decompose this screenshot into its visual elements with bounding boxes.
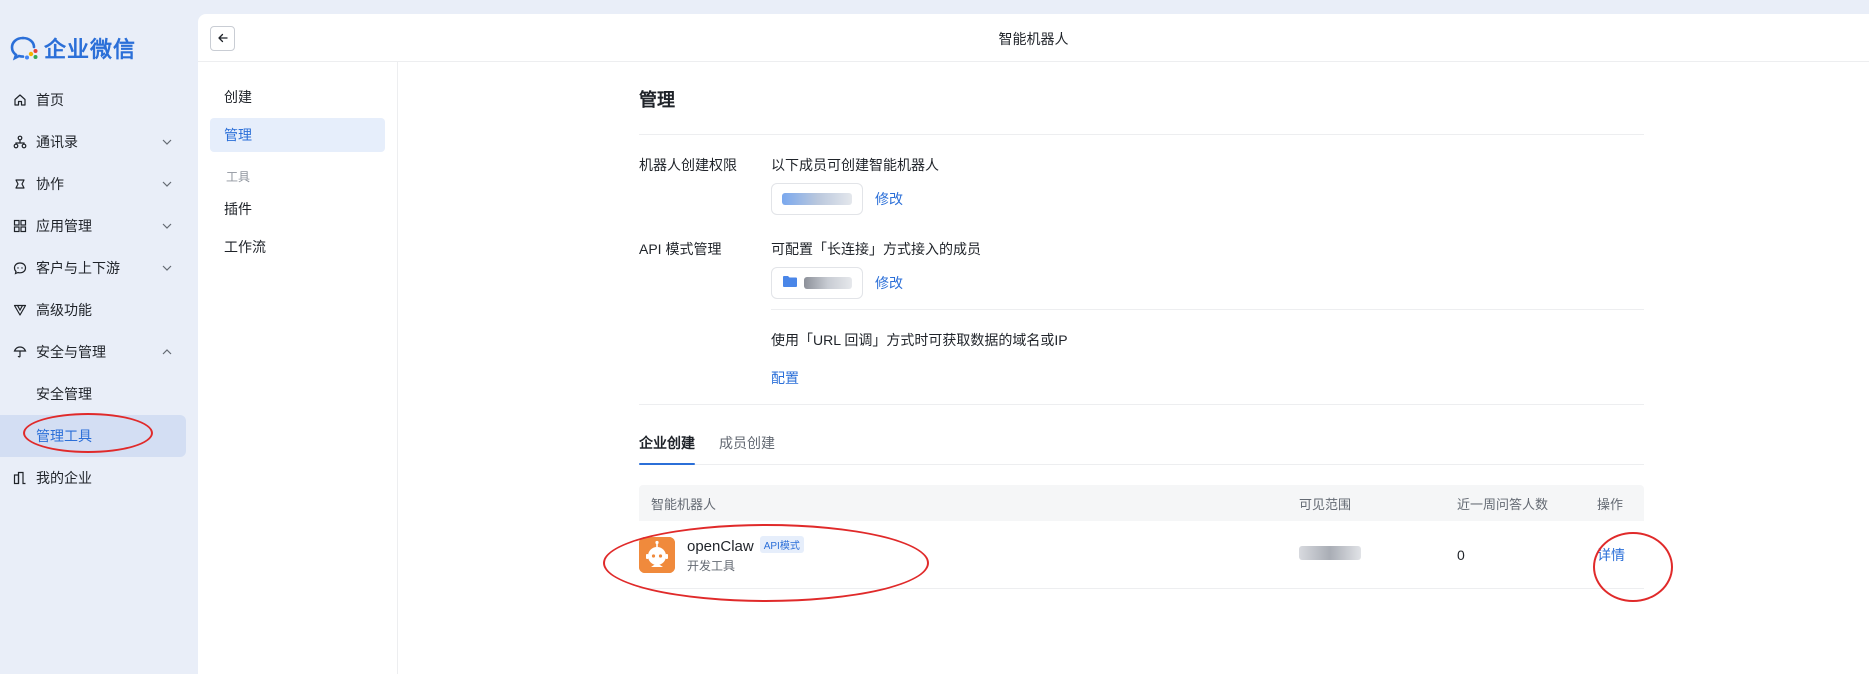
sidebar-item-management-tools[interactable]: 管理工具 [0,415,186,457]
sidebar-item-label: 管理工具 [36,428,92,444]
subnav-item-manage[interactable]: 管理 [210,118,385,152]
content-area: 管理 机器人创建权限 以下成员可创建智能机器人 修改 API 模式管理 可配置「… [639,62,1644,589]
section-heading: 管理 [639,90,675,110]
bot-table: 智能机器人 可见范围 近一周问答人数 操作 openClaw API模式 开发工… [639,485,1644,589]
sidebar-item-label: 高级功能 [36,302,92,318]
details-link[interactable]: 详情 [1597,547,1625,563]
logo[interactable]: 企业微信 [10,34,136,62]
sidebar-item-label: 通讯录 [36,134,78,150]
main-panel: 智能机器人 创建 管理 工具 插件 工作流 管理 机器人创建权限 以下成员可创建… [198,14,1869,674]
tab-member-created[interactable]: 成员创建 [719,429,775,464]
tab-enterprise-created[interactable]: 企业创建 [639,429,695,465]
enterprise-icon [12,470,28,486]
member-chip[interactable] [771,183,863,215]
member-avatar [782,193,852,205]
col-header-visibility: 可见范围 [1299,496,1352,512]
divider [639,134,1644,135]
table-header: 智能机器人 可见范围 近一周问答人数 操作 [639,485,1644,521]
api-edit-link[interactable]: 修改 [875,273,903,293]
perm-row: 机器人创建权限 以下成员可创建智能机器人 修改 [639,155,1644,215]
security-icon [12,344,28,360]
bot-subtitle: 开发工具 [687,558,736,573]
advanced-icon [12,302,28,318]
perm-edit-link[interactable]: 修改 [875,189,903,209]
customer-icon [12,260,28,276]
api-mode-badge: API模式 [759,535,804,553]
sidebar-item-label: 客户与上下游 [36,260,120,276]
department-chip[interactable] [771,267,863,299]
sidebar-item-advanced[interactable]: 高级功能 [0,289,198,331]
sidebar-nav: 首页 通讯录 协作 应用管理 客户与上下游 高级功能 安全与管理 安全管理 管理… [0,79,198,499]
contacts-icon [12,134,28,150]
weekly-users-cell: 0 [1457,546,1465,563]
chevron-down-icon [160,177,174,191]
top-bar: 智能机器人 [198,14,1869,62]
logo-text: 企业微信 [44,37,137,62]
url-row: 使用「URL 回调」方式时可获取数据的域名或IP 配置 [639,330,1644,390]
sidebar-item-home[interactable]: 首页 [0,79,198,121]
col-header-weekly-users: 近一周问答人数 [1457,496,1549,512]
subnav-item-workflow[interactable]: 工作流 [210,230,385,264]
url-desc: 使用「URL 回调」方式时可获取数据的域名或IP [771,332,1068,348]
api-row: API 模式管理 可配置「长连接」方式接入的成员 修改 [639,239,1644,299]
perm-label: 机器人创建权限 [639,157,737,173]
secondary-nav: 创建 管理 工具 插件 工作流 [198,62,398,674]
chevron-down-icon [160,219,174,233]
sidebar: 企业微信 首页 通讯录 协作 应用管理 客户与上下游 高级功能 安全与管理 安全… [0,0,198,674]
sidebar-item-label: 应用管理 [36,218,92,234]
sidebar-item-my-enterprise[interactable]: 我的企业 [0,457,198,499]
sidebar-item-label: 协作 [36,176,64,192]
sidebar-item-security-management[interactable]: 安全与管理 [0,331,198,373]
visibility-scope [1299,546,1361,560]
sidebar-item-contacts[interactable]: 通讯录 [0,121,198,163]
sidebar-item-label: 安全与管理 [36,344,106,360]
divider [771,309,1644,310]
sidebar-item-label: 安全管理 [36,386,92,402]
chevron-down-icon [160,261,174,275]
chevron-down-icon [160,135,174,149]
visibility-cell [1299,546,1457,563]
subnav-item-plugin[interactable]: 插件 [210,192,385,226]
wecom-logo-icon [10,34,40,62]
apps-icon [12,218,28,234]
subnav-group-tools: 工具 [226,170,251,184]
col-header-action: 操作 [1597,496,1624,512]
api-desc: 可配置「长连接」方式接入的成员 [771,241,981,257]
home-icon [12,92,28,108]
sidebar-item-label: 首页 [36,92,64,108]
tab-bar: 企业创建 成员创建 [639,429,1644,465]
sidebar-item-security-settings[interactable]: 安全管理 [0,373,198,415]
chevron-up-icon [160,345,174,359]
department-name [804,277,852,289]
collaboration-icon [12,176,28,192]
config-link[interactable]: 配置 [771,370,799,386]
sidebar-item-label: 我的企业 [36,470,92,486]
robot-avatar-icon [639,536,675,573]
folder-icon [782,275,798,291]
page-title: 智能机器人 [998,31,1069,47]
col-header-bot: 智能机器人 [651,496,717,512]
table-row[interactable]: openClaw API模式 开发工具 0 详情 [639,521,1644,589]
sidebar-item-customers[interactable]: 客户与上下游 [0,247,198,289]
divider [639,404,1644,405]
sidebar-item-collaboration[interactable]: 协作 [0,163,198,205]
subnav-item-create[interactable]: 创建 [210,80,385,114]
api-label: API 模式管理 [639,241,722,257]
perm-desc: 以下成员可创建智能机器人 [771,157,939,173]
sidebar-item-app-management[interactable]: 应用管理 [0,205,198,247]
bot-name: openClaw [687,537,754,555]
